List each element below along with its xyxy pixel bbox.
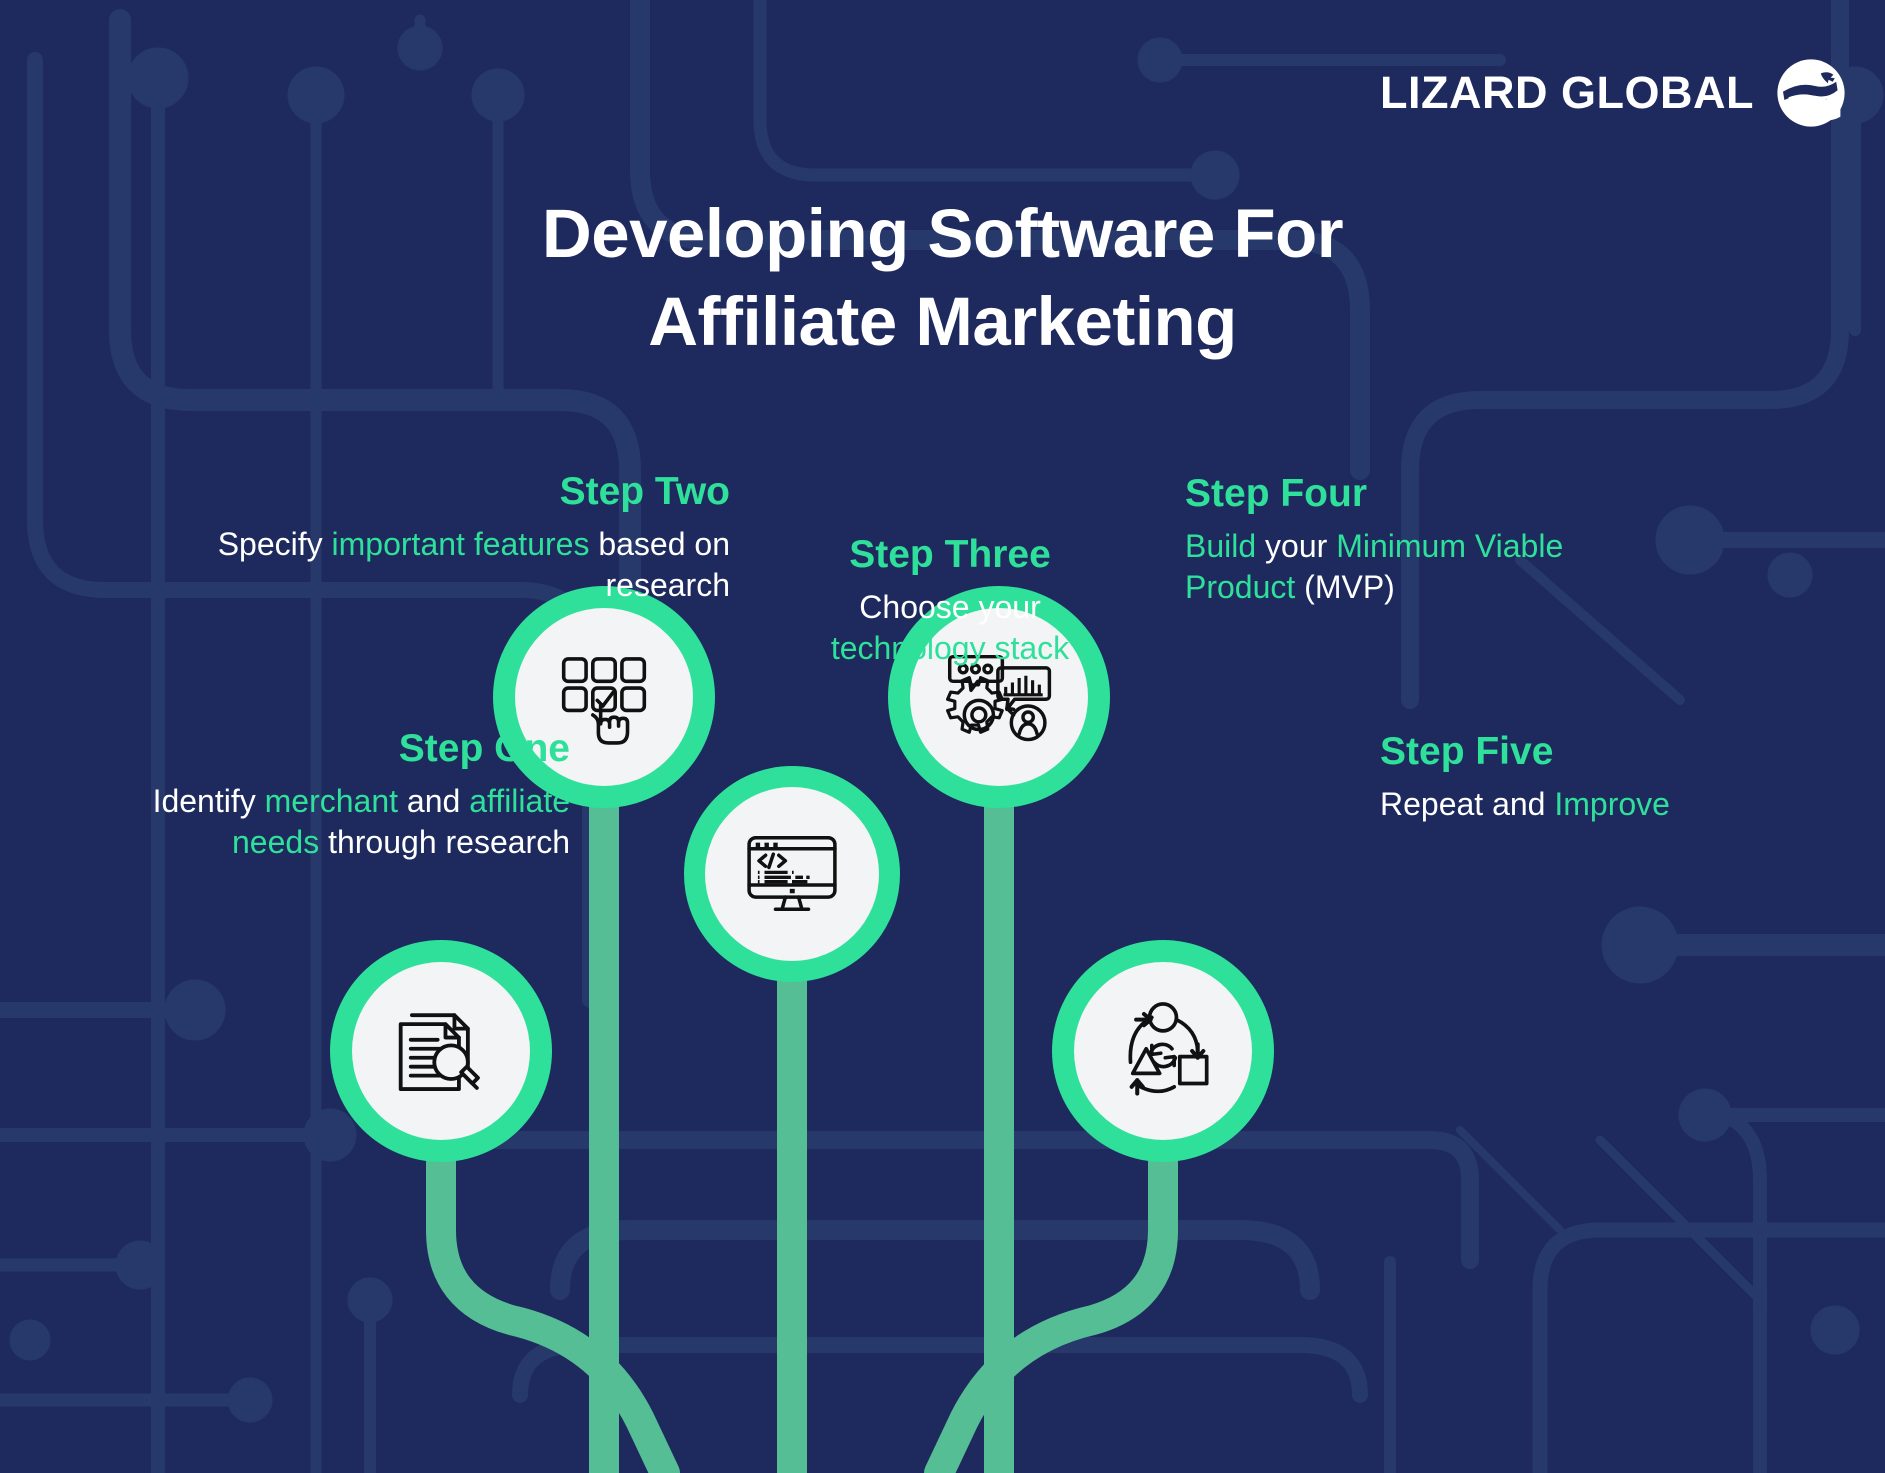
brand-logo: LIZARD GLOBAL <box>1380 58 1846 128</box>
step-five-body: Repeat and Improve <box>1380 785 1670 822</box>
step-three-heading: Step Three <box>849 533 1051 576</box>
step-four-label: Step Four Build your Minimum Viable Prod… <box>1185 472 1655 608</box>
step-four-body: Build your Minimum Viable Product (MVP) <box>1185 527 1564 605</box>
step-three-body: Choose your technology stack <box>830 588 1070 666</box>
step-one-node[interactable] <box>330 940 552 1162</box>
step-five-node[interactable] <box>1052 940 1274 1162</box>
step-three-node-face <box>705 787 879 961</box>
monitor-code-icon <box>747 835 837 911</box>
step-one-body: Identify merchant and affiliate needs th… <box>152 782 570 860</box>
document-magnifier-icon <box>398 1013 480 1091</box>
step-two-body: Specify important features based on rese… <box>217 525 730 603</box>
step-five-label: Step Five Repeat and Improve <box>1380 730 1810 825</box>
step-five-node-face <box>1074 962 1252 1140</box>
infographic-canvas: LIZARD GLOBAL Developing Software For Af… <box>0 0 1885 1473</box>
step-three-label: Step Three Choose your technology stack <box>780 533 1120 669</box>
step-one-node-face <box>352 962 530 1140</box>
step-two-heading: Step Two <box>559 470 730 513</box>
step-four-heading: Step Four <box>1185 472 1367 515</box>
page-title-line-1: Developing Software For <box>541 195 1344 272</box>
brand-wordmark: LIZARD GLOBAL <box>1380 67 1754 118</box>
lizard-circle-mark-icon <box>1777 59 1845 127</box>
page-title: Developing Software For Affiliate Market… <box>0 190 1885 367</box>
step-two-label: Step Two Specify important features base… <box>200 470 730 606</box>
page-title-line-2: Affiliate Marketing <box>648 283 1237 361</box>
step-five-heading: Step Five <box>1380 730 1554 773</box>
iteration-cycle-icon <box>1128 1002 1209 1096</box>
step-one-label: Step One Identify merchant and affiliate… <box>110 727 570 863</box>
step-one-heading: Step One <box>398 727 570 770</box>
step-three-node[interactable] <box>684 766 900 982</box>
